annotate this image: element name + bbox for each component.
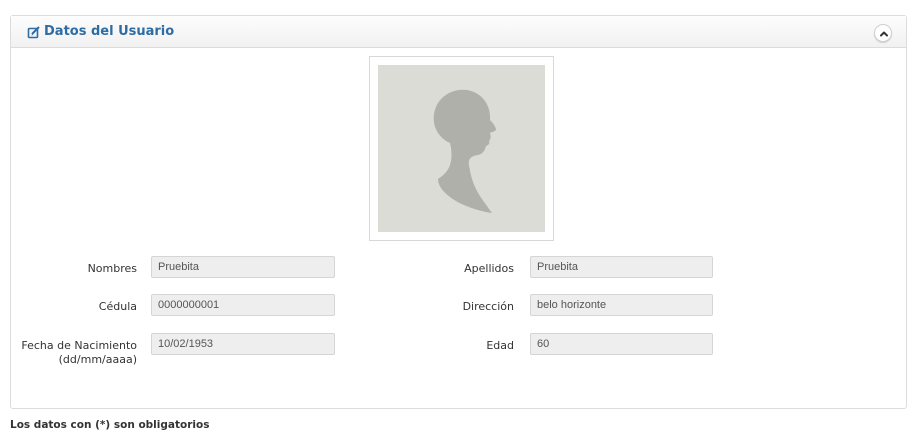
user-photo[interactable] — [369, 56, 554, 241]
user-data-panel: Datos del Usuario Nombres Apellidos Cédu… — [10, 15, 907, 409]
collapse-button[interactable] — [874, 24, 892, 42]
apellidos-field[interactable] — [530, 256, 713, 278]
cedula-field[interactable] — [151, 294, 335, 316]
panel-header: Datos del Usuario — [11, 16, 906, 48]
fecha-label: Fecha de Nacimiento — [21, 339, 137, 352]
chevron-up-icon — [880, 31, 888, 37]
nombres-field[interactable] — [151, 256, 335, 278]
fecha-format-hint: (dd/mm/aaaa) — [58, 353, 137, 366]
edad-label: Edad — [486, 339, 514, 352]
photo-placeholder — [378, 65, 545, 232]
required-fields-note: Los datos con (*) son obligatorios — [10, 419, 210, 430]
edit-icon — [27, 25, 41, 39]
nombres-label: Nombres — [87, 262, 137, 275]
fecha-nacimiento-field[interactable] — [151, 333, 335, 355]
apellidos-label: Apellidos — [464, 262, 514, 275]
edad-field[interactable] — [530, 333, 713, 355]
avatar-silhouette-icon — [433, 89, 496, 213]
cedula-label: Cédula — [98, 300, 137, 313]
direccion-label: Dirección — [462, 300, 514, 313]
direccion-field[interactable] — [530, 294, 713, 316]
panel-title: Datos del Usuario — [44, 24, 175, 39]
